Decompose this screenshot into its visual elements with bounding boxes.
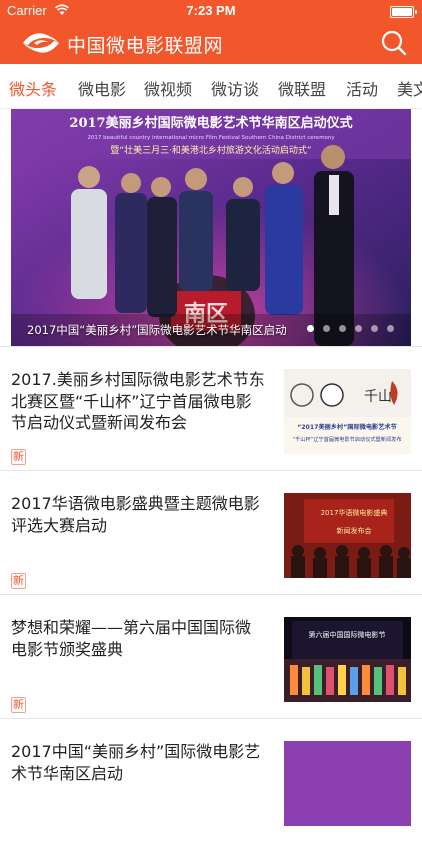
carousel-dots [307, 325, 397, 335]
tab-huodong[interactable]: 活动 [346, 76, 378, 100]
banner-line2: 暨“壮美三月三·和美港北乡村旅游文化活动启动式” [110, 144, 311, 156]
new-badge: 新 [11, 573, 26, 589]
news-thumbnail: 第六届中国国际微电影节 [284, 617, 411, 702]
carousel-dot[interactable] [387, 325, 394, 332]
carousel-dot[interactable] [323, 325, 330, 332]
carousel-dot[interactable] [339, 325, 346, 332]
tab-weitoutiao[interactable]: 微头条 [9, 76, 57, 100]
tab-weilianmeng[interactable]: 微联盟 [278, 76, 326, 100]
news-list-item[interactable]: 2017中国“美丽乡村”国际微电影艺术节华南区启动 [0, 718, 422, 843]
banner-subheading: 2017 beautiful country international mic… [87, 135, 335, 141]
news-list-item[interactable]: 2017华语微电影盛典暨主题微电影评选大赛启动 新 2017华语微电影盛典 新闻… [0, 470, 422, 595]
clock: 7:23 PM [186, 3, 236, 18]
banner-image: 2017美丽乡村国际微电影艺术节华南区启动仪式 2017 beautiful c… [11, 109, 411, 346]
news-thumbnail [284, 741, 411, 826]
carousel-dot[interactable] [371, 325, 378, 332]
carousel-dot[interactable] [355, 325, 362, 332]
app-title: 中国微电影联盟网 [67, 35, 224, 57]
tab-weishipin[interactable]: 微视频 [144, 76, 192, 100]
news-title: 梦想和荣耀——第六届中国国际微电影节颁奖盛典 [11, 618, 252, 659]
banner-carousel[interactable]: 2017美丽乡村国际微电影艺术节华南区启动仪式 2017 beautiful c… [11, 109, 411, 346]
category-tabs: 微头条 微电影 微视频 微访谈 微联盟 活动 美文 [0, 64, 422, 109]
battery-icon [390, 6, 417, 18]
news-title: 2017.美丽乡村国际微电影艺术节东北赛区暨“千山杯”辽宁首届微电影节启动仪式暨… [11, 370, 265, 432]
top-bar: Carrier 7:23 PM 中国微电影联盟网 [0, 0, 422, 64]
tab-meiwen[interactable]: 美文 [397, 76, 422, 100]
news-title: 2017华语微电影盛典暨主题微电影评选大赛启动 [11, 494, 260, 535]
banner-caption: 2017中国“美丽乡村”国际微电影艺术节华南区启动 [27, 323, 287, 337]
thumb-text-line1: 第六届中国国际微电影节 [309, 630, 386, 639]
news-list-item[interactable]: 2017.美丽乡村国际微电影艺术节东北赛区暨“千山杯”辽宁首届微电影节启动仪式暨… [0, 346, 422, 471]
thumb-text-line1: “2017美丽乡村”国际微电影艺术节 [297, 423, 397, 431]
thumb-calligraphy: 千山 [364, 389, 392, 405]
news-title: 2017中国“美丽乡村”国际微电影艺术节华南区启动 [11, 742, 261, 783]
status-bar: Carrier 7:23 PM [0, 0, 422, 22]
carousel-dot[interactable] [307, 325, 314, 332]
thumb-text-line2: “千山杯”辽宁首届微电影节启动仪式暨新闻发布 [292, 435, 401, 443]
tab-weifangtan[interactable]: 微访谈 [211, 76, 259, 100]
new-badge: 新 [11, 697, 26, 713]
thumb-text-line2: 新闻发布会 [337, 526, 372, 535]
banner-heading: 2017美丽乡村国际微电影艺术节华南区启动仪式 [69, 115, 352, 131]
thumb-text-line1: 2017华语微电影盛典 [321, 508, 388, 517]
swirl-logo-icon[interactable] [20, 29, 62, 57]
news-thumbnail: 千山 “2017美丽乡村”国际微电影艺术节 “千山杯”辽宁首届微电影节启动仪式暨… [284, 369, 411, 454]
news-list-item[interactable]: 梦想和荣耀——第六届中国国际微电影节颁奖盛典 新 第六届中国国际微电影节 [0, 594, 422, 719]
app-header: 中国微电影联盟网 [0, 22, 422, 64]
news-thumbnail: 2017华语微电影盛典 新闻发布会 [284, 493, 411, 578]
new-badge: 新 [11, 449, 26, 465]
tab-weidianying[interactable]: 微电影 [78, 76, 126, 100]
search-icon[interactable] [380, 29, 408, 57]
